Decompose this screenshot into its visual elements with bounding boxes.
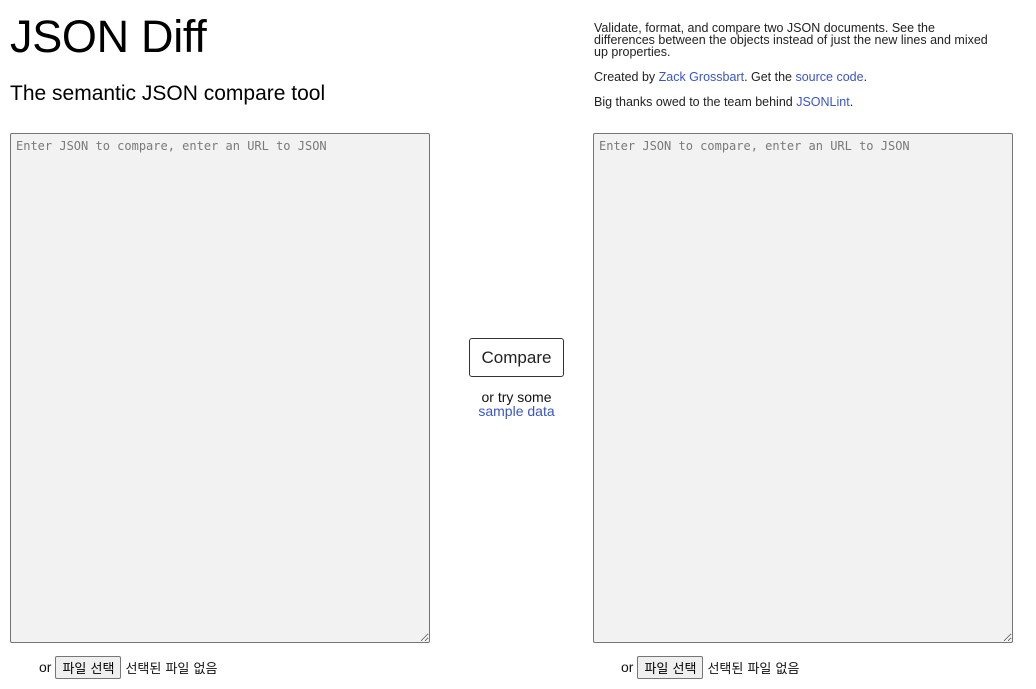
jsonlint-link[interactable]: JSONLint — [796, 95, 850, 109]
left-file-upload: or 파일 선택 선택된 파일 없음 — [39, 655, 217, 679]
source-code-link[interactable]: source code — [795, 70, 863, 84]
get-the-text: . Get the — [744, 70, 796, 84]
right-json-input[interactable] — [593, 133, 1013, 643]
thanks-prefix: Big thanks owed to the team behind — [594, 95, 797, 109]
right-or-label: or — [621, 659, 634, 675]
page-subtitle: The semantic JSON compare tool — [10, 82, 326, 105]
credits-text: Created by Zack Grossbart. Get the sourc… — [594, 70, 994, 85]
credits-prefix: Created by — [594, 70, 659, 84]
thanks-suffix: . — [849, 95, 854, 109]
page-title: JSON Diff — [10, 11, 207, 62]
about-panel: Validate, format, and compare two JSON d… — [594, 22, 994, 110]
right-choose-file-button[interactable]: 파일 선택 — [637, 655, 704, 679]
sample-data-link[interactable]: sample data — [478, 403, 554, 419]
sample-data-prompt: or try some sample data — [456, 390, 577, 418]
description-text: Validate, format, and compare two JSON d… — [594, 21, 988, 59]
left-file-status: 선택된 파일 없음 — [125, 661, 218, 677]
author-link[interactable]: Zack Grossbart — [659, 70, 744, 84]
right-file-upload: or 파일 선택 선택된 파일 없음 — [621, 655, 799, 679]
right-file-status: 선택된 파일 없음 — [707, 661, 800, 677]
compare-button[interactable]: Compare — [469, 338, 564, 377]
thanks-text: Big thanks owed to the team behind JSONL… — [594, 95, 994, 110]
left-or-label: or — [39, 659, 52, 675]
left-json-input[interactable] — [10, 133, 430, 643]
try-some-text: or try some — [481, 389, 552, 405]
left-choose-file-button[interactable]: 파일 선택 — [55, 655, 122, 679]
credits-period: . — [863, 70, 868, 84]
